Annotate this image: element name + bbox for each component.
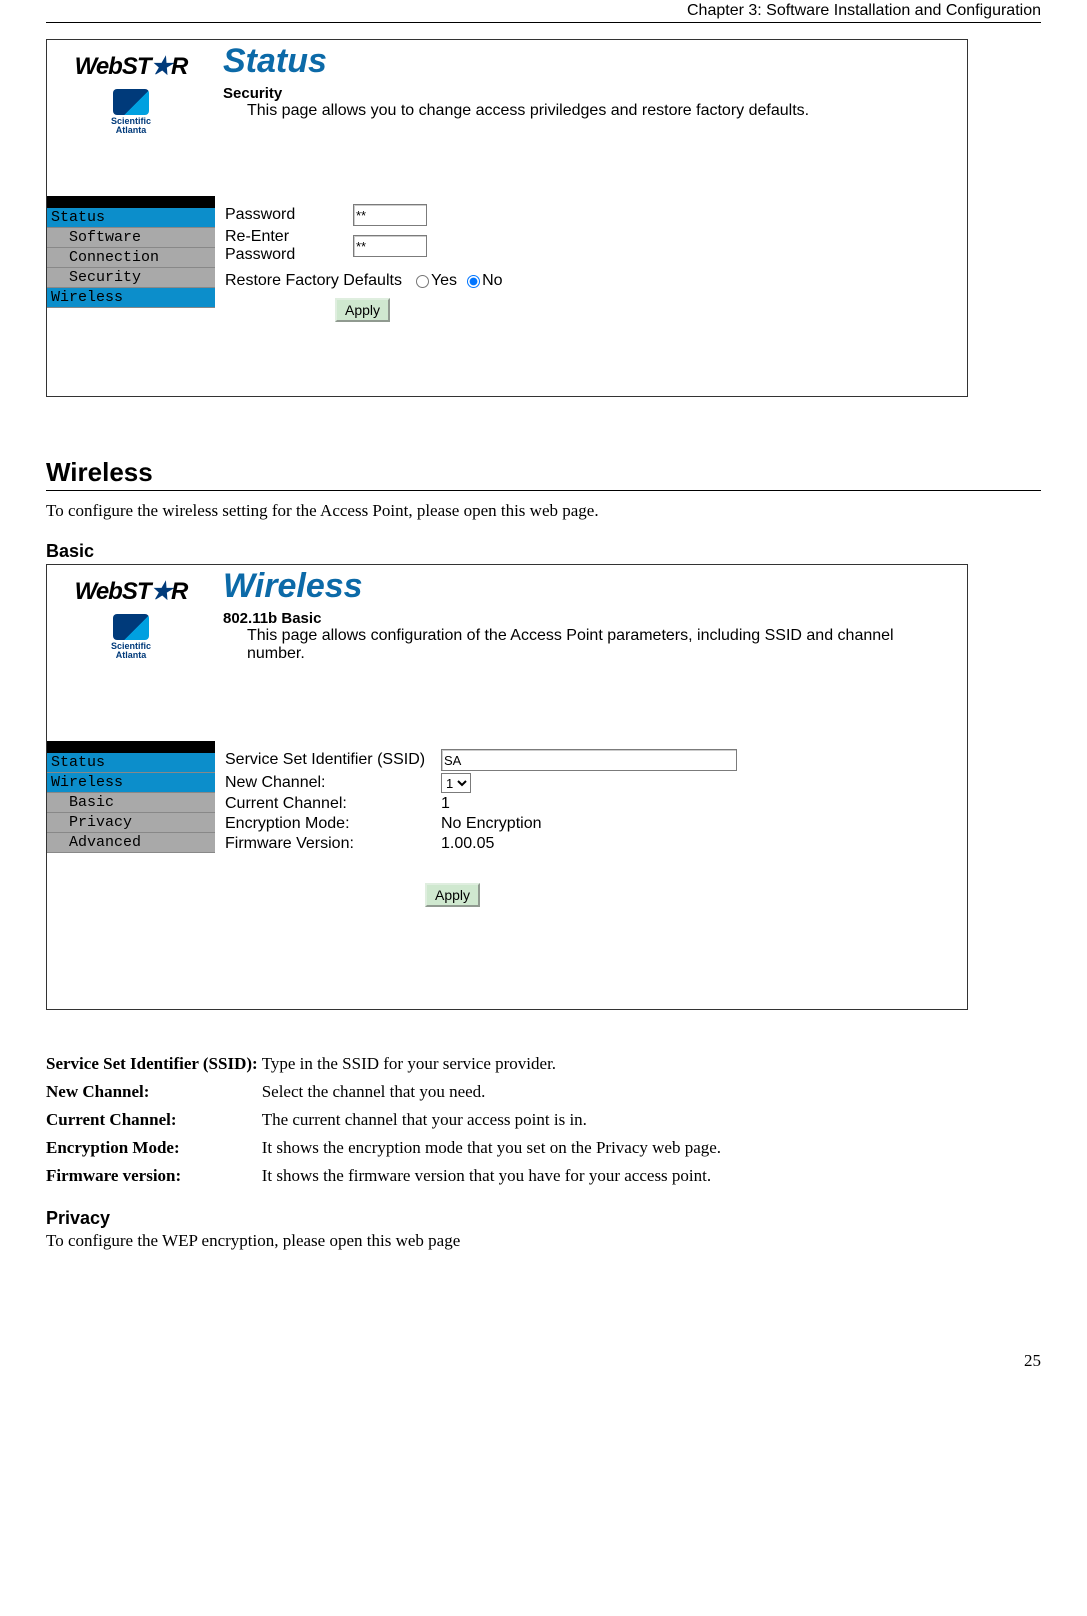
- definitions-table: Service Set Identifier (SSID):Type in th…: [46, 1050, 727, 1190]
- nav-status[interactable]: Status: [47, 753, 215, 773]
- scientific-atlanta-logo: ScientificAtlanta: [47, 89, 215, 135]
- page-description: This page allows configuration of the Ac…: [223, 627, 959, 663]
- privacy-heading: Privacy: [46, 1208, 1041, 1229]
- new-channel-label: New Channel:: [225, 774, 441, 792]
- table-row: Firmware version:It shows the firmware v…: [46, 1162, 727, 1190]
- page-number: 25: [46, 1351, 1041, 1371]
- table-row: Encryption Mode:It shows the encryption …: [46, 1134, 727, 1162]
- reenter-password-label: Re-Enter Password: [225, 228, 353, 264]
- page-description: This page allows you to change access pr…: [223, 102, 959, 120]
- ssid-label: Service Set Identifier (SSID): [225, 751, 441, 769]
- def-desc: It shows the firmware version that you h…: [262, 1162, 727, 1190]
- nav-advanced[interactable]: Advanced: [47, 833, 215, 853]
- def-desc: Type in the SSID for your service provid…: [262, 1050, 727, 1078]
- webstar-logo: WebST★R: [47, 577, 215, 606]
- nav-wireless[interactable]: Wireless: [47, 773, 215, 793]
- nav-connection[interactable]: Connection: [47, 248, 215, 268]
- ssid-input[interactable]: [441, 749, 737, 771]
- firmware-version-label: Firmware Version:: [225, 835, 441, 853]
- encryption-mode-value: No Encryption: [441, 815, 542, 833]
- reenter-password-input[interactable]: [353, 235, 427, 257]
- chapter-header: Chapter 3: Software Installation and Con…: [46, 0, 1041, 23]
- webstar-logo: WebST★R: [47, 52, 215, 81]
- nav-wireless[interactable]: Wireless: [47, 288, 215, 308]
- def-desc: Select the channel that you need.: [262, 1078, 727, 1106]
- nav-security[interactable]: Security: [47, 268, 215, 288]
- screenshot-status-security: WebST★R ScientificAtlanta Status Securit…: [46, 39, 968, 397]
- restore-no-radio[interactable]: [467, 275, 480, 288]
- table-row: New Channel:Select the channel that you …: [46, 1078, 727, 1106]
- def-term: Current Channel:: [46, 1106, 262, 1134]
- privacy-intro: To configure the WEP encryption, please …: [46, 1231, 1041, 1251]
- page-subtitle: 802.11b Basic: [223, 610, 959, 627]
- nav-basic[interactable]: Basic: [47, 793, 215, 813]
- encryption-mode-label: Encryption Mode:: [225, 815, 441, 833]
- restore-no-label: No: [482, 272, 502, 290]
- page-subtitle: Security: [223, 85, 959, 102]
- page-title: Status: [223, 42, 959, 81]
- wireless-heading: Wireless: [46, 457, 1041, 491]
- firmware-version-value: 1.00.05: [441, 835, 494, 853]
- current-channel-label: Current Channel:: [225, 795, 441, 813]
- table-row: Service Set Identifier (SSID):Type in th…: [46, 1050, 727, 1078]
- screenshot-wireless-basic: WebST★R ScientificAtlanta Wireless 802.1…: [46, 564, 968, 1010]
- restore-yes-radio[interactable]: [416, 275, 429, 288]
- basic-heading: Basic: [46, 541, 1041, 562]
- nav-software[interactable]: Software: [47, 228, 215, 248]
- def-term: Firmware version:: [46, 1162, 262, 1190]
- new-channel-select[interactable]: 1: [441, 773, 471, 793]
- current-channel-value: 1: [441, 795, 450, 813]
- def-term: New Channel:: [46, 1078, 262, 1106]
- password-label: Password: [225, 206, 353, 224]
- apply-button[interactable]: Apply: [335, 298, 390, 322]
- scientific-atlanta-logo: ScientificAtlanta: [47, 614, 215, 660]
- wireless-intro: To configure the wireless setting for th…: [46, 501, 1041, 521]
- def-term: Encryption Mode:: [46, 1134, 262, 1162]
- page-title: Wireless: [223, 567, 959, 606]
- nav-privacy[interactable]: Privacy: [47, 813, 215, 833]
- password-input[interactable]: [353, 204, 427, 226]
- table-row: Current Channel:The current channel that…: [46, 1106, 727, 1134]
- restore-yes-label: Yes: [431, 272, 457, 290]
- def-desc: The current channel that your access poi…: [262, 1106, 727, 1134]
- def-desc: It shows the encryption mode that you se…: [262, 1134, 727, 1162]
- nav-status[interactable]: Status: [47, 208, 215, 228]
- restore-defaults-label: Restore Factory Defaults: [225, 272, 402, 290]
- apply-button[interactable]: Apply: [425, 883, 480, 907]
- def-term: Service Set Identifier (SSID):: [46, 1050, 262, 1078]
